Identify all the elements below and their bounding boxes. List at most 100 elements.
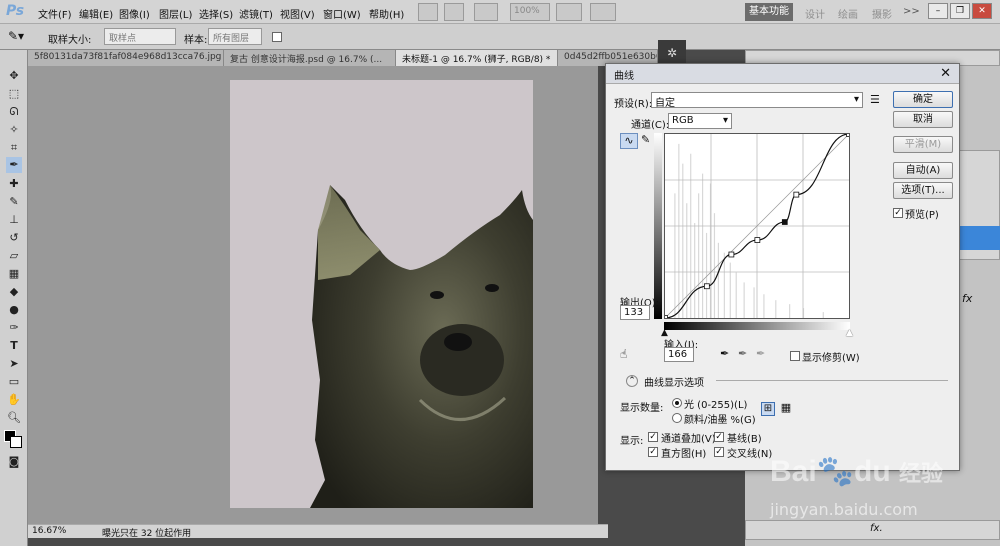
curve-control-point[interactable]: [728, 251, 735, 258]
healing-brush-tool-icon[interactable]: ✚: [6, 176, 22, 192]
pencil-icon[interactable]: ✎: [641, 133, 650, 146]
zoom-level-dropdown[interactable]: 100%: [510, 3, 550, 21]
histogram-checkbox[interactable]: ✓: [648, 447, 658, 457]
selected-layer[interactable]: [960, 226, 1000, 250]
arrange-documents-button[interactable]: [556, 3, 582, 21]
background-color-swatch[interactable]: [10, 436, 22, 448]
view-extras-button[interactable]: [474, 3, 498, 21]
document-canvas[interactable]: [230, 80, 533, 508]
white-eyedropper-icon[interactable]: ✒: [756, 347, 765, 360]
input-field[interactable]: 166: [664, 347, 694, 362]
sample-size-select[interactable]: 取样点: [104, 28, 176, 45]
dialog-titlebar[interactable]: 曲线 ✕: [606, 64, 959, 84]
bridge-button[interactable]: [418, 3, 438, 21]
curve-control-point[interactable]: [664, 315, 668, 319]
workspace-photography[interactable]: 摄影: [872, 6, 892, 21]
history-brush-tool-icon[interactable]: ↺: [6, 230, 22, 246]
close-icon[interactable]: ✕: [972, 3, 992, 19]
crop-tool-icon[interactable]: ⌗: [6, 140, 22, 156]
pigment-option-label: 颜料/油墨 %(G): [684, 415, 756, 426]
tab-document-1[interactable]: 5f80131da73f81faf084e968d13cca76.jpg: [28, 50, 224, 66]
minibridge-button[interactable]: [444, 3, 464, 21]
restore-icon[interactable]: ❐: [950, 3, 970, 19]
menu-image[interactable]: 图像(I): [119, 6, 150, 21]
curve-control-point[interactable]: [754, 237, 761, 243]
workspace-more[interactable]: >>: [903, 6, 920, 17]
path-selection-tool-icon[interactable]: ➤: [6, 356, 22, 372]
curve-edit-icon[interactable]: ∿: [620, 133, 638, 149]
on-image-adjust-icon[interactable]: ☝: [620, 347, 627, 361]
gradient-tool-icon[interactable]: ▦: [6, 266, 22, 282]
auto-button[interactable]: 自动(A): [893, 162, 953, 179]
curve-control-point[interactable]: [703, 283, 710, 290]
menu-file[interactable]: 文件(F): [38, 6, 72, 21]
gray-eyedropper-icon[interactable]: ✒: [738, 347, 747, 360]
workspace-essentials[interactable]: 基本功能: [745, 3, 793, 21]
marquee-tool-icon[interactable]: ⬚: [6, 86, 22, 102]
white-point-slider-icon[interactable]: ▲: [846, 328, 853, 338]
quick-select-tool-icon[interactable]: ✧: [6, 122, 22, 138]
menu-view[interactable]: 视图(V): [280, 6, 315, 21]
preview-checkbox[interactable]: ✓: [893, 208, 903, 218]
clone-stamp-tool-icon[interactable]: ⊥: [6, 212, 22, 228]
shape-tool-icon[interactable]: ▭: [6, 374, 22, 390]
ok-button[interactable]: 确定: [893, 91, 953, 108]
type-tool-icon[interactable]: T: [6, 338, 22, 354]
simple-grid-icon[interactable]: ⊞: [761, 402, 775, 416]
menu-select[interactable]: 选择(S): [199, 6, 233, 21]
curve-graph[interactable]: [664, 133, 850, 319]
tab-document-2[interactable]: 复古 创意设计海报.psd @ 16.7% (...: [224, 50, 396, 66]
divider: [716, 380, 948, 381]
menu-edit[interactable]: 编辑(E): [79, 6, 113, 21]
detailed-grid-icon[interactable]: ▦: [779, 402, 793, 416]
curve-control-point[interactable]: [793, 191, 800, 198]
collapse-icon[interactable]: ⌃: [626, 375, 638, 387]
tab-document-3[interactable]: 未标题-1 @ 16.7% (狮子, RGB/8) *: [396, 50, 558, 66]
quick-mask-icon[interactable]: ◙: [6, 454, 22, 470]
blur-tool-icon[interactable]: ◆: [6, 284, 22, 300]
screen-mode-button[interactable]: [590, 3, 616, 21]
zoom-tool-icon[interactable]: 🔍︎: [6, 410, 22, 426]
black-eyedropper-icon[interactable]: ✒: [720, 347, 729, 360]
hand-tool-icon[interactable]: ✋: [6, 392, 22, 408]
smooth-button[interactable]: 平滑(M): [893, 136, 953, 153]
output-field[interactable]: 133: [620, 305, 650, 320]
curve-control-point[interactable]: [846, 133, 850, 137]
channel-select[interactable]: RGB ▾: [668, 113, 732, 129]
workspace-design[interactable]: 设计: [805, 6, 825, 21]
pigment-radio[interactable]: [672, 413, 682, 423]
workspace-painting[interactable]: 绘画: [838, 6, 858, 21]
light-radio[interactable]: [672, 398, 682, 408]
cancel-button[interactable]: 取消: [893, 111, 953, 128]
options-bar: ✎▾ 取样大小: 取样点 样本: 所有图层: [0, 24, 1000, 50]
curve-control-point[interactable]: [781, 219, 788, 225]
document-tabs: 5f80131da73f81faf084e968d13cca76.jpg 复古 …: [28, 50, 658, 66]
options-button[interactable]: 选项(T)...: [893, 182, 953, 199]
zoom-percent[interactable]: 16.67%: [32, 526, 66, 536]
menu-window[interactable]: 窗口(W): [323, 6, 361, 21]
preview-label: 预览(P): [905, 210, 939, 221]
show-clipping-checkbox[interactable]: [790, 351, 800, 361]
preset-options-icon[interactable]: ☰: [870, 93, 880, 106]
preset-select[interactable]: 自定 ▾: [651, 92, 863, 109]
menu-filter[interactable]: 滤镜(T): [239, 6, 273, 21]
lasso-tool-icon[interactable]: ᘏ: [6, 104, 22, 120]
dodge-tool-icon[interactable]: ●: [6, 302, 22, 318]
minimize-icon[interactable]: –: [928, 3, 948, 19]
eyedropper-tool-icon[interactable]: ✒: [6, 157, 22, 173]
move-tool-icon[interactable]: ✥: [6, 68, 22, 84]
menu-layer[interactable]: 图层(L): [159, 6, 192, 21]
fx-icon[interactable]: fx: [962, 292, 972, 305]
intersection-checkbox[interactable]: ✓: [714, 447, 724, 457]
menu-help[interactable]: 帮助(H): [369, 6, 404, 21]
show-ring-checkbox[interactable]: [272, 32, 282, 42]
brush-tool-icon[interactable]: ✎: [6, 194, 22, 210]
eyedropper-tool-icon[interactable]: ✎▾: [8, 29, 24, 43]
baseline-checkbox[interactable]: ✓: [714, 432, 724, 442]
color-swatches[interactable]: [4, 430, 24, 450]
eraser-tool-icon[interactable]: ▱: [6, 248, 22, 264]
dialog-close-icon[interactable]: ✕: [940, 66, 951, 81]
sample-select[interactable]: 所有图层: [208, 28, 262, 45]
pen-tool-icon[interactable]: ✑: [6, 320, 22, 336]
channel-overlay-checkbox[interactable]: ✓: [648, 432, 658, 442]
